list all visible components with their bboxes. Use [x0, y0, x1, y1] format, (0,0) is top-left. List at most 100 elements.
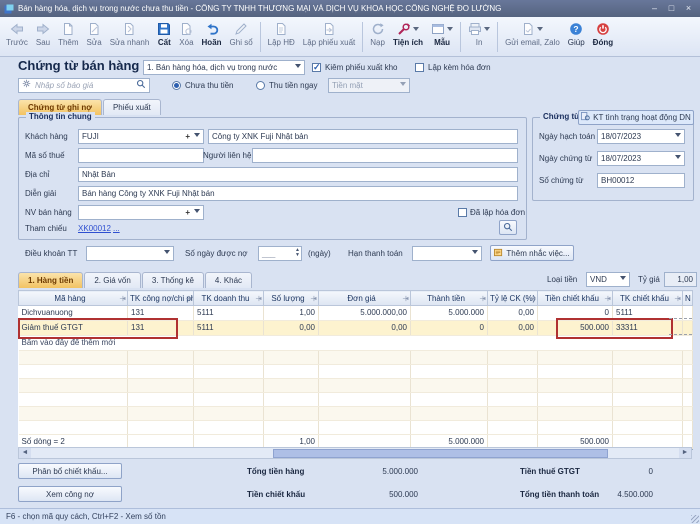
toolbar-sua-nhanh-button[interactable]: Sửa nhanh [106, 20, 154, 47]
toolbar-gui-email-button[interactable]: Gửi email, Zalo [501, 20, 564, 47]
cell[interactable]: 0,00 [488, 306, 538, 321]
cell[interactable]: 131 [128, 306, 194, 321]
toolbar-in-button[interactable]: In [464, 20, 494, 47]
toolbar-lap-phieu-xuat-button[interactable]: Lập phiếu xuất [299, 20, 360, 47]
search-icon[interactable] [136, 79, 146, 93]
resize-grip[interactable] [691, 515, 699, 523]
toolbar-truoc-button[interactable]: Trước [2, 20, 32, 47]
toolbar-ghi-so-button[interactable]: Ghi sổ [226, 20, 257, 47]
col-tk-chiet-khau[interactable]: TK chiết khấu [613, 291, 683, 306]
xem-cong-no-button[interactable]: Xem công nợ [18, 486, 122, 502]
filter-pin-icon[interactable] [529, 295, 536, 302]
cell[interactable]: 0,00 [319, 321, 411, 336]
cell[interactable]: 0 [411, 321, 488, 336]
toolbar-lap-hd-button[interactable]: Lập HĐ [264, 20, 299, 47]
filter-pin-icon[interactable] [310, 295, 317, 302]
table-row[interactable]: Dichvuanuong 131 5111 1,00 5.000.000,00 … [19, 306, 693, 321]
cell[interactable]: 5.000.000 [411, 306, 488, 321]
search-input[interactable]: Nhập số báo giá [35, 79, 136, 92]
cell[interactable]: 0,00 [264, 321, 319, 336]
quote-search-combo[interactable]: Nhập số báo giá [18, 78, 150, 93]
cell[interactable]: Dichvuanuong [19, 306, 128, 321]
da-lap-hoa-don-checkbox[interactable] [458, 208, 467, 217]
filter-pin-icon[interactable] [479, 295, 486, 302]
filter-pin-icon[interactable] [185, 295, 192, 302]
col-so-luong[interactable]: Số lượng [264, 291, 319, 306]
kiem-phieu-xuat-kho-checkbox[interactable] [312, 63, 321, 72]
so-ngay-spinner[interactable]: ___ ▲▼ [258, 246, 302, 261]
cell[interactable]: 0,00 [488, 321, 538, 336]
lap-kem-hoa-don-checkbox[interactable] [415, 63, 424, 72]
col-ma-hang[interactable]: Mã hàng [19, 291, 128, 306]
cell[interactable]: 0 [538, 306, 613, 321]
tham-chieu-more-link[interactable]: ... [113, 221, 120, 236]
dieu-khoan-select[interactable] [86, 246, 174, 261]
tab-phieu-xuat[interactable]: Phiếu xuất [103, 99, 161, 115]
col-tk-cong-no[interactable]: TK công nợ/chi phí [128, 291, 194, 306]
khach-hang-combo[interactable]: FUJI + [78, 129, 204, 144]
nguoi-lien-he-field[interactable] [252, 148, 518, 163]
tham-chieu-lookup-button[interactable] [499, 220, 517, 235]
ngay-chung-tu-field[interactable]: 18/07/2023 [597, 151, 685, 166]
scroll-right-icon[interactable]: ► [679, 448, 691, 458]
toolbar-mau-button[interactable]: Mẫu [427, 20, 457, 47]
toolbar-giup-button[interactable]: ? Giúp [564, 20, 589, 47]
add-customer-button[interactable]: + [183, 130, 192, 143]
dia-chi-field[interactable]: Nhật Bản [78, 167, 518, 182]
so-chung-tu-field[interactable]: BH00012 [597, 173, 685, 188]
toolbar-them-button[interactable]: Thêm [54, 20, 82, 47]
filter-pin-icon[interactable] [402, 295, 409, 302]
doc-type-select[interactable]: 1. Bán hàng hóa, dịch vụ trong nước [143, 60, 305, 75]
toolbar-tien-ich-button[interactable]: Tiện ích [389, 20, 427, 47]
add-employee-button[interactable]: + [183, 206, 192, 219]
add-row[interactable]: Bấm vào đây để thêm mới [19, 336, 693, 351]
cell[interactable]: 131 [128, 321, 194, 336]
toolbar-nap-button[interactable]: Nạp [366, 20, 389, 47]
spinner-up-down-icon[interactable]: ▲▼ [295, 248, 300, 258]
close-button[interactable]: × [681, 2, 696, 15]
kt-status-button[interactable]: KT tình trạng hoạt động DN [578, 110, 694, 125]
col-partial[interactable]: N [683, 291, 693, 306]
table-row-selected[interactable]: Giảm thuế GTGT 131 5111 0,00 0,00 0 0,00… [19, 321, 693, 336]
cell[interactable]: 5.000.000,00 [319, 306, 411, 321]
toolbar-xoa-button[interactable]: Xóa [175, 20, 197, 47]
cell[interactable]: 1,00 [264, 306, 319, 321]
toolbar-sau-button[interactable]: Sau [32, 20, 54, 47]
tham-chieu-link[interactable]: XK00012 [78, 221, 111, 236]
han-thanh-toan-select[interactable] [412, 246, 482, 261]
col-don-gia[interactable]: Đơn giá [319, 291, 411, 306]
horizontal-scrollbar[interactable]: ◄ ► [18, 447, 692, 459]
cell[interactable]: 5111 [194, 321, 264, 336]
col-thanh-tien[interactable]: Thành tiền [411, 291, 488, 306]
them-nhac-viec-button[interactable]: Thêm nhắc việc... [490, 245, 574, 261]
ma-so-thue-field[interactable] [78, 148, 204, 163]
maximize-button[interactable]: □ [664, 2, 679, 15]
scrollbar-thumb[interactable] [273, 449, 608, 458]
tab-khac[interactable]: 4. Khác [205, 272, 252, 288]
col-tien-chiet-khau[interactable]: Tiền chiết khấu [538, 291, 613, 306]
gear-icon[interactable] [22, 79, 31, 92]
thu-tien-ngay-radio[interactable] [256, 81, 265, 90]
filter-pin-icon[interactable] [604, 295, 611, 302]
filter-pin-icon[interactable] [255, 295, 262, 302]
tab-hang-tien[interactable]: 1. Hàng tiền [18, 272, 83, 288]
toolbar-dong-button[interactable]: Đóng [589, 20, 617, 47]
loai-tien-select[interactable]: VND [586, 272, 630, 287]
tab-thong-ke[interactable]: 3. Thống kê [142, 272, 204, 288]
chua-thu-tien-radio[interactable] [172, 81, 181, 90]
col-tk-doanh-thu[interactable]: TK doanh thu [194, 291, 264, 306]
cell[interactable]: 5111 [194, 306, 264, 321]
phan-bo-chiet-khau-button[interactable]: Phân bổ chiết khấu... [18, 463, 122, 479]
scroll-left-icon[interactable]: ◄ [19, 448, 31, 458]
cell[interactable]: Giảm thuế GTGT [19, 321, 128, 336]
toolbar-sua-button[interactable]: Sửa [83, 20, 106, 47]
col-ty-le-ck[interactable]: Tỷ lệ CK (%) [488, 291, 538, 306]
cell[interactable]: 500.000 [538, 321, 613, 336]
dien-giai-field[interactable]: Bán hàng Công ty XNK Fuji Nhật bán [78, 186, 518, 201]
tab-gia-von[interactable]: 2. Giá vốn [84, 272, 140, 288]
toolbar-cat-button[interactable]: Cất [153, 20, 175, 47]
minimize-button[interactable]: – [647, 2, 662, 15]
filter-pin-icon[interactable] [674, 295, 681, 302]
filter-pin-icon[interactable] [119, 295, 126, 302]
toolbar-hoan-button[interactable]: Hoãn [198, 20, 226, 47]
